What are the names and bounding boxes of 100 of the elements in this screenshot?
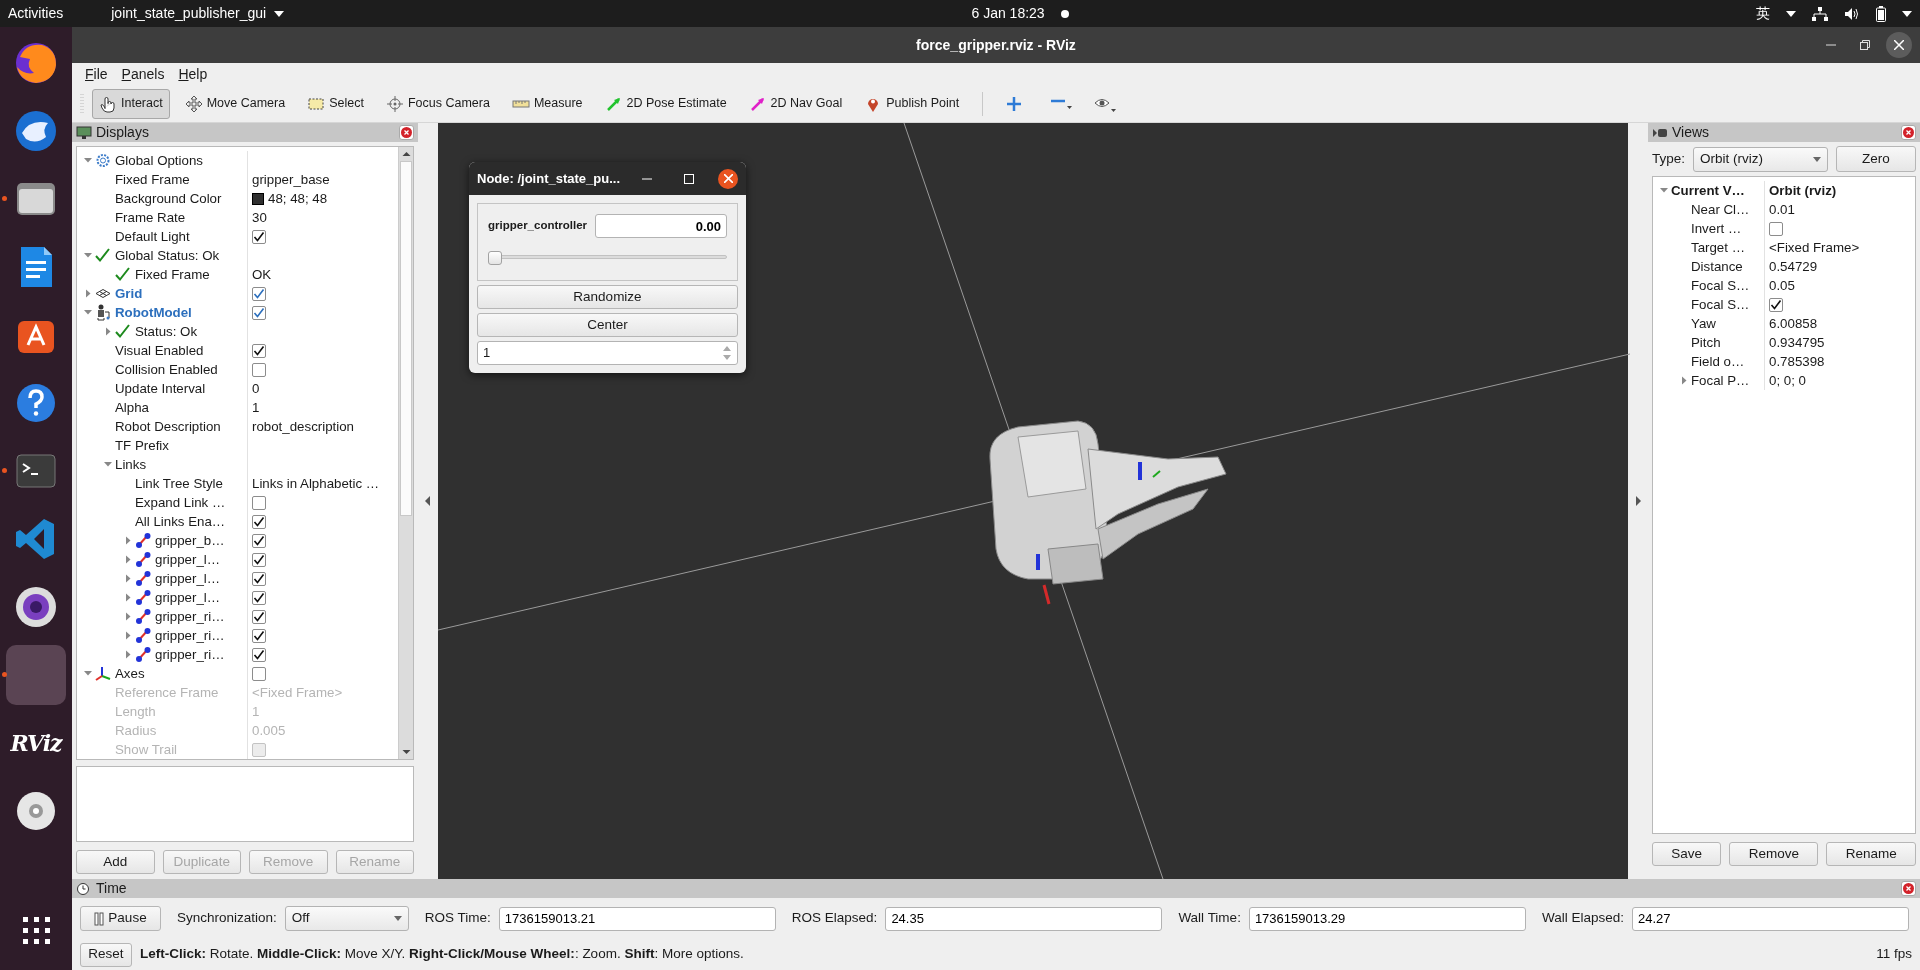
checkbox[interactable] xyxy=(252,552,266,567)
checkbox[interactable] xyxy=(252,571,266,586)
app-grid-icon[interactable] xyxy=(22,916,50,944)
reset-button[interactable]: Reset xyxy=(80,942,132,967)
caret-down-icon[interactable] xyxy=(1902,10,1912,17)
checkbox[interactable] xyxy=(252,628,266,643)
property-value: 0.785398 xyxy=(1769,353,1825,371)
panel-button[interactable]: Add xyxy=(76,850,155,874)
caret-down-icon[interactable] xyxy=(1786,10,1796,17)
menu-item[interactable]: Panels xyxy=(116,63,170,85)
checkbox[interactable] xyxy=(252,305,266,320)
dock-item[interactable]: RViz xyxy=(6,713,66,773)
maximize-icon xyxy=(684,173,694,184)
checkbox[interactable] xyxy=(252,362,266,377)
dialog-button[interactable]: Randomize xyxy=(477,285,738,309)
panel-title: Displays xyxy=(96,123,149,142)
checkmark-icon xyxy=(253,648,265,661)
tool-button[interactable]: 2D Nav Goal xyxy=(741,88,850,119)
property-value: robot_description xyxy=(252,418,354,436)
property-label: Fixed Frame xyxy=(115,171,190,189)
checkmark-icon xyxy=(253,534,265,547)
close-panel-button[interactable] xyxy=(1901,881,1916,896)
property-label: gripper_ri… xyxy=(155,627,225,645)
type-dropdown[interactable]: Orbit (rviz) xyxy=(1693,146,1828,172)
property-value: 0.01 xyxy=(1769,201,1795,219)
minimize-icon xyxy=(1826,44,1836,46)
clock-icon xyxy=(76,881,92,896)
property-value: 30 xyxy=(252,209,267,227)
close-panel-button[interactable] xyxy=(1901,125,1916,140)
activities-button[interactable]: Activities xyxy=(8,3,64,24)
time-field[interactable]: 24.35 xyxy=(885,906,1163,931)
pause-button[interactable]: Pause xyxy=(80,906,161,931)
close-icon xyxy=(1903,883,1914,894)
property-label: Invert … xyxy=(1691,220,1742,238)
tool-button[interactable]: Select xyxy=(300,88,371,119)
collapse-left-icon[interactable] xyxy=(425,496,431,506)
tool-button[interactable]: Focus Camera xyxy=(378,88,497,119)
volume-icon[interactable] xyxy=(1844,6,1860,21)
panel-button[interactable]: Rename xyxy=(1826,842,1916,866)
battery-icon[interactable] xyxy=(1876,5,1886,22)
checkbox[interactable] xyxy=(252,514,266,529)
hand-icon xyxy=(99,94,117,113)
checkbox[interactable] xyxy=(252,495,266,510)
tool-button[interactable]: Measure xyxy=(504,88,590,119)
checkmark-icon xyxy=(253,591,265,604)
tool-button[interactable]: Publish Point xyxy=(857,88,967,119)
checkbox[interactable] xyxy=(252,286,266,301)
panel-button[interactable]: Remove xyxy=(1729,842,1819,866)
window-title: force_gripper.rviz - RViz xyxy=(916,35,1076,55)
time-field[interactable]: 24.27 xyxy=(1631,906,1909,931)
gear-icon xyxy=(95,151,111,170)
time-field[interactable]: 1736159013.21 xyxy=(498,906,776,931)
tool-button[interactable]: Interact xyxy=(92,88,170,119)
tool-button[interactable]: 2D Pose Estimate xyxy=(597,88,734,119)
network-icon[interactable] xyxy=(1812,6,1828,21)
close-icon xyxy=(401,127,412,138)
checkbox[interactable] xyxy=(252,229,266,244)
checkbox[interactable] xyxy=(252,609,266,624)
property-label: Robot Description xyxy=(115,418,221,436)
checkbox[interactable] xyxy=(252,533,266,548)
joint-value-field[interactable]: 0.00 xyxy=(595,214,727,238)
synchronization-dropdown[interactable]: Off xyxy=(284,906,409,931)
panel-button[interactable]: Save xyxy=(1652,842,1722,866)
sync-label: Synchronization: xyxy=(177,909,277,928)
tool-button[interactable]: Move Camera xyxy=(177,88,293,119)
app-menu-label[interactable]: joint_state_publisher_gui xyxy=(111,3,267,24)
caret-down-icon[interactable] xyxy=(274,10,285,17)
checkbox[interactable] xyxy=(252,647,266,662)
scroll-thumb[interactable] xyxy=(400,161,412,516)
property-value: 0 xyxy=(252,380,260,398)
checkbox[interactable] xyxy=(1769,221,1783,236)
property-label: Expand Link … xyxy=(135,494,226,512)
input-method-indicator[interactable]: 英 xyxy=(1756,3,1770,24)
checkbox[interactable] xyxy=(1769,297,1783,312)
property-label: Focal P… xyxy=(1691,372,1750,390)
menu-item[interactable]: Help xyxy=(173,63,213,85)
property-value: Links in Alphabetic … xyxy=(252,475,380,493)
close-panel-button[interactable] xyxy=(399,125,414,140)
dialog-button[interactable]: Center xyxy=(477,313,738,337)
checkbox[interactable] xyxy=(252,666,266,681)
menu-item[interactable]: File xyxy=(80,63,113,85)
clock[interactable]: 6 Jan 18:23 xyxy=(971,3,1045,24)
spin-box[interactable]: 1 xyxy=(477,341,738,365)
monitor-icon xyxy=(76,125,92,140)
close-button[interactable] xyxy=(718,168,738,189)
collapse-right-icon[interactable] xyxy=(1635,496,1641,506)
dialog-title: Node: /joint_state_pu... xyxy=(477,169,620,188)
panel-title: Views xyxy=(1672,123,1710,142)
restore-icon xyxy=(1860,40,1870,50)
property-label: gripper_l… xyxy=(155,570,221,588)
zero-button[interactable]: Zero xyxy=(1836,146,1916,172)
close-button[interactable] xyxy=(1886,32,1912,58)
joint-slider[interactable] xyxy=(488,250,727,266)
time-field[interactable]: 1736159013.29 xyxy=(1248,906,1526,931)
checkbox[interactable] xyxy=(252,343,266,358)
slider-thumb[interactable] xyxy=(488,251,502,265)
checkbox[interactable] xyxy=(252,590,266,605)
panel-title: Time xyxy=(96,879,127,898)
move-arrows-icon xyxy=(184,94,203,113)
scrollbar-track[interactable] xyxy=(398,147,413,759)
